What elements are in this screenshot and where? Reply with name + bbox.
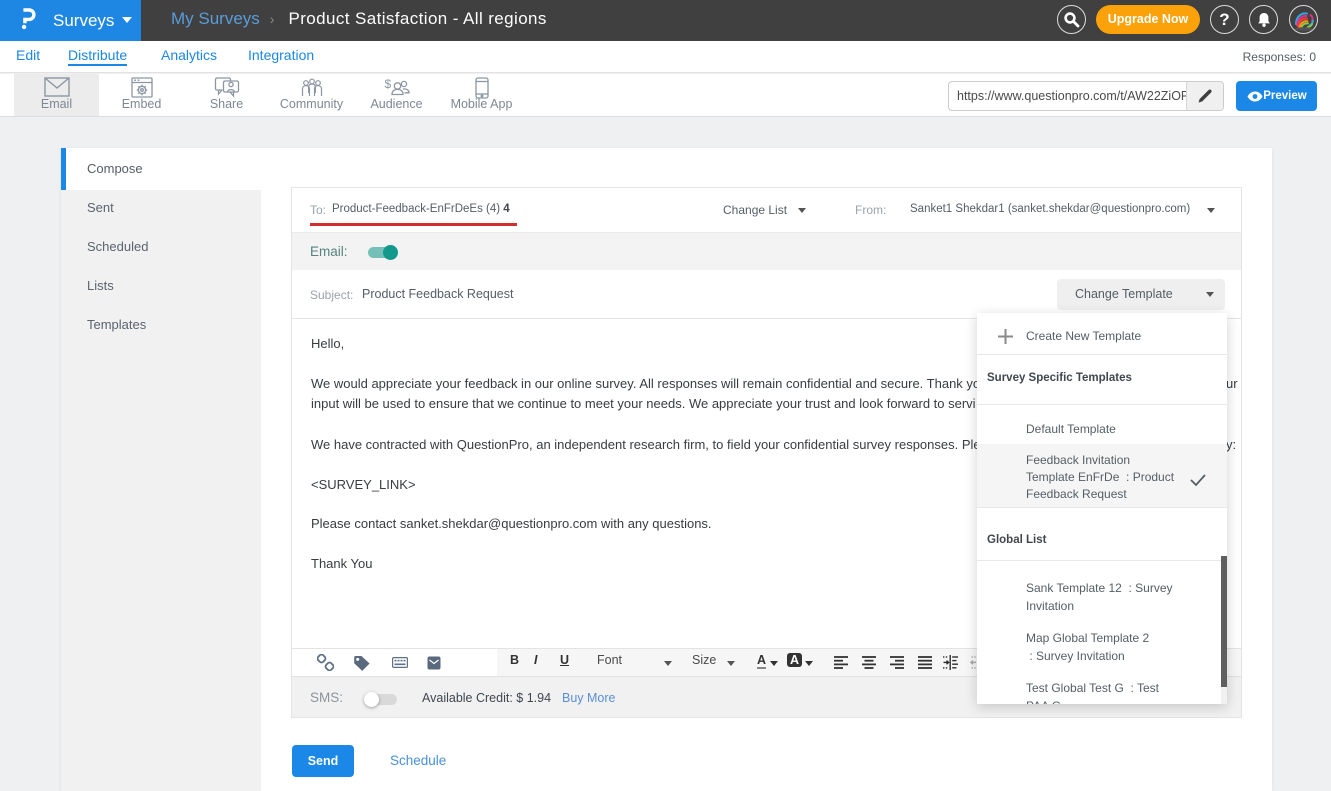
svg-text:$: $: [384, 77, 391, 91]
